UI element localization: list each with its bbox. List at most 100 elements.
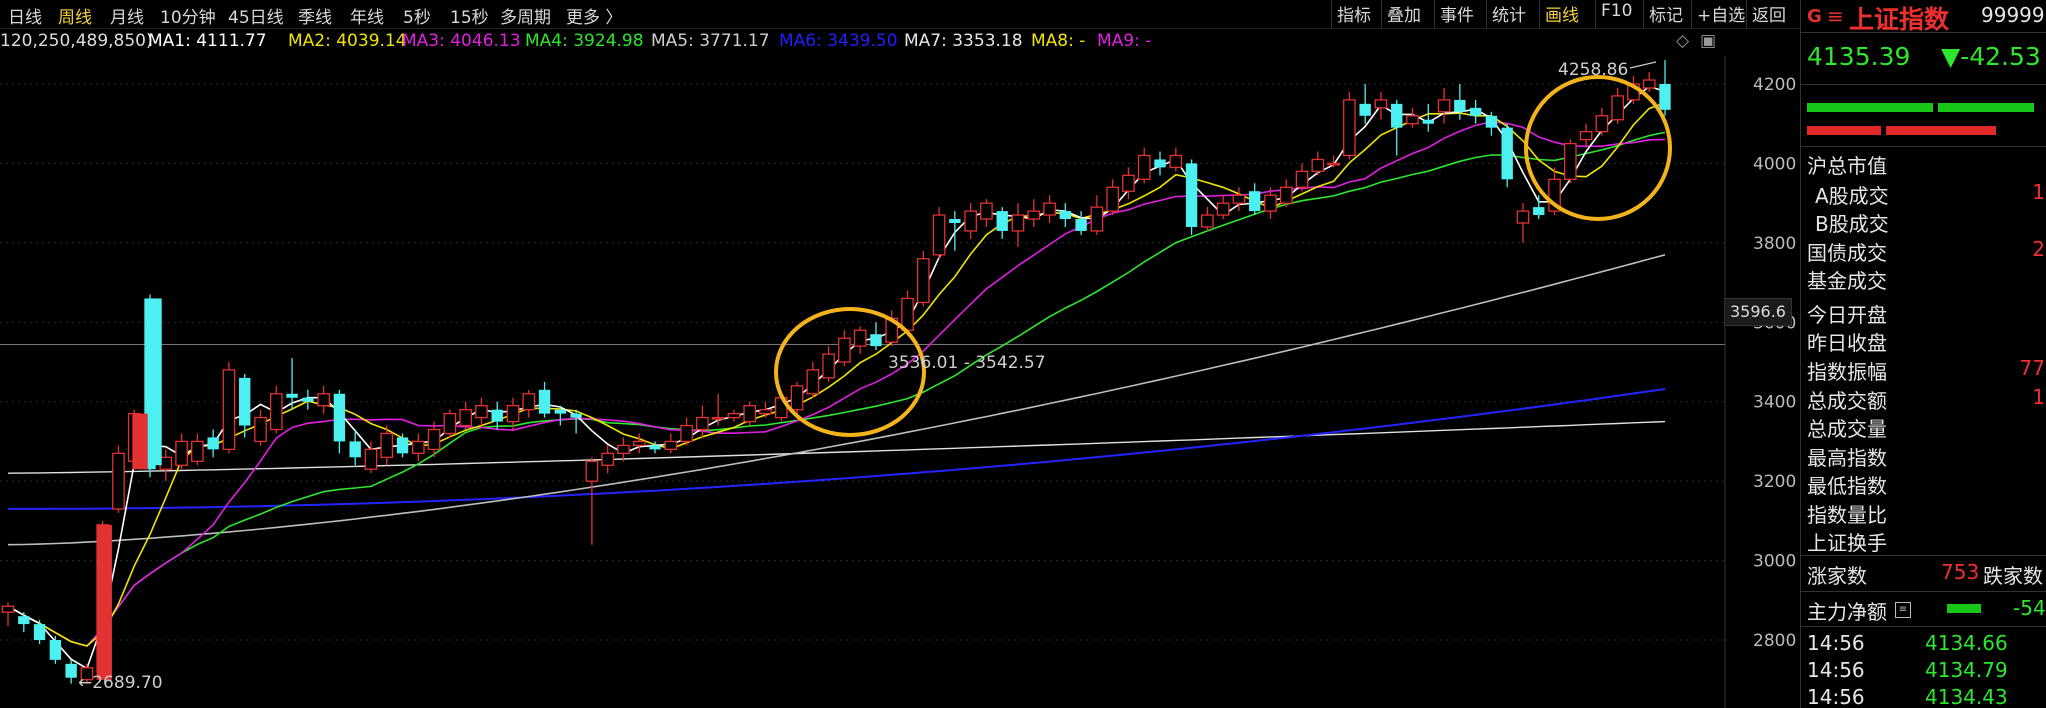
candle-body-up[interactable] xyxy=(1216,202,1230,216)
menu-icon[interactable]: ≡ xyxy=(1827,4,1844,28)
candle-body-up[interactable] xyxy=(522,393,536,411)
candle-body-up[interactable] xyxy=(743,405,757,423)
candle-body-down[interactable] xyxy=(239,377,251,426)
candle-body-up[interactable] xyxy=(475,405,488,419)
candle-body-up[interactable] xyxy=(1122,174,1135,192)
candle-body-up[interactable] xyxy=(916,258,930,304)
candle-body-up[interactable] xyxy=(1090,206,1104,232)
candle-body-up[interactable] xyxy=(1579,131,1593,141)
candle-body-down[interactable] xyxy=(49,640,62,660)
candle-body-up[interactable] xyxy=(411,440,425,454)
candle-body-down[interactable] xyxy=(1422,119,1434,124)
candle-body-up[interactable] xyxy=(1201,214,1214,228)
candle-body-down[interactable] xyxy=(538,389,551,414)
candle-body-up[interactable] xyxy=(191,440,204,462)
candle-body-up[interactable] xyxy=(1642,79,1656,89)
candle-body-up[interactable] xyxy=(601,452,615,466)
candle-body-down[interactable] xyxy=(1249,191,1261,212)
main-flow-icon[interactable]: ≡ xyxy=(1895,602,1911,618)
candle-body-up[interactable] xyxy=(112,452,125,510)
candle-body-down[interactable] xyxy=(949,219,961,223)
candle-body-up[interactable] xyxy=(364,448,378,470)
candle-body-down[interactable] xyxy=(302,397,314,402)
candle-body-down[interactable] xyxy=(33,624,46,640)
candle-body-down[interactable] xyxy=(333,393,346,442)
candle-body-down[interactable] xyxy=(207,437,219,450)
candle-body-down[interactable] xyxy=(1485,115,1498,128)
candle-body-down[interactable] xyxy=(1659,84,1671,110)
candle-body-up[interactable] xyxy=(459,409,472,427)
candle-body-down[interactable] xyxy=(1469,107,1482,116)
candle-body-up[interactable] xyxy=(1137,154,1151,180)
candle-body-up[interactable] xyxy=(1437,99,1451,113)
candle-body-down[interactable] xyxy=(1391,103,1403,128)
candle-body-up[interactable] xyxy=(980,202,993,220)
candle-body-highlight[interactable] xyxy=(132,413,148,470)
candle-body-up[interactable] xyxy=(1,605,15,613)
candle-body-down[interactable] xyxy=(1533,207,1545,216)
candle-body-up[interactable] xyxy=(964,210,977,232)
candle-body-up[interactable] xyxy=(617,444,630,454)
candlestick-chart[interactable]: 28003000320034003600380040004200←2689.70… xyxy=(0,0,1800,708)
candle-body-up[interactable] xyxy=(1516,210,1530,224)
candle-body-up[interactable] xyxy=(822,353,835,379)
candle-body-up[interactable] xyxy=(664,440,678,451)
candle-body-up[interactable] xyxy=(1563,142,1577,180)
candle-body-up[interactable] xyxy=(254,416,267,443)
candle-body-up[interactable] xyxy=(1011,214,1025,232)
candle-body-up[interactable] xyxy=(1027,210,1041,220)
candle-body-up[interactable] xyxy=(380,432,394,458)
candle-body-down[interactable] xyxy=(286,393,298,398)
candle-body-up[interactable] xyxy=(1106,186,1119,212)
candle-body-up[interactable] xyxy=(1611,95,1624,121)
candle-body-down[interactable] xyxy=(18,616,30,625)
candle-body-up[interactable] xyxy=(1279,186,1293,204)
candle-body-up[interactable] xyxy=(1327,162,1340,166)
candle-body-up[interactable] xyxy=(443,412,457,435)
candle-body-down[interactable] xyxy=(396,437,409,454)
candle-body-up[interactable] xyxy=(853,329,867,347)
candle-body-up[interactable] xyxy=(901,297,914,331)
candle-body-down[interactable] xyxy=(870,334,882,347)
candle-body-down[interactable] xyxy=(65,663,77,678)
candle-body-up[interactable] xyxy=(632,440,646,447)
candle-body-up[interactable] xyxy=(269,393,283,431)
candle-body-up[interactable] xyxy=(806,369,820,395)
candle-body-down[interactable] xyxy=(1454,99,1466,112)
candle-body-down[interactable] xyxy=(491,409,503,422)
candle-body-up[interactable] xyxy=(506,405,520,423)
candle-body-up[interactable] xyxy=(1232,194,1246,204)
candle-body-up[interactable] xyxy=(1406,115,1419,125)
candle-body-up[interactable] xyxy=(680,424,693,443)
candle-body-up[interactable] xyxy=(1311,158,1325,173)
candle-body-up[interactable] xyxy=(727,412,741,419)
candle-body-up[interactable] xyxy=(1043,202,1056,216)
candle-body-up[interactable] xyxy=(790,385,804,411)
candle-body-up[interactable] xyxy=(1374,99,1388,109)
candle-body-highlight[interactable] xyxy=(150,298,162,466)
candle-body-up[interactable] xyxy=(759,409,772,415)
candle-body-down[interactable] xyxy=(1501,127,1513,180)
candle-body-down[interactable] xyxy=(570,413,582,418)
candle-body-up[interactable] xyxy=(696,416,709,431)
candle-body-up[interactable] xyxy=(585,460,599,482)
candle-body-up[interactable] xyxy=(317,393,330,407)
candle-body-up[interactable] xyxy=(1264,194,1277,212)
candle-body-highlight[interactable] xyxy=(96,524,112,680)
candle-body-up[interactable] xyxy=(1343,99,1356,157)
candle-body-up[interactable] xyxy=(159,456,173,470)
candle-body-down[interactable] xyxy=(996,211,1008,231)
candle-body-down[interactable] xyxy=(554,409,567,414)
candle-body-up[interactable] xyxy=(932,214,946,256)
candle-body-up[interactable] xyxy=(427,428,441,451)
candle-body-up[interactable] xyxy=(175,440,188,466)
candle-body-down[interactable] xyxy=(649,445,661,450)
candle-body-up[interactable] xyxy=(711,416,725,420)
candle-body-up[interactable] xyxy=(1595,115,1609,133)
candle-body-down[interactable] xyxy=(349,441,361,458)
candle-body-down[interactable] xyxy=(1059,211,1072,220)
candle-body-up[interactable] xyxy=(1295,170,1309,188)
candle-body-up[interactable] xyxy=(838,337,851,363)
candle-body-down[interactable] xyxy=(1154,159,1166,168)
candle-body-up[interactable] xyxy=(222,369,236,451)
